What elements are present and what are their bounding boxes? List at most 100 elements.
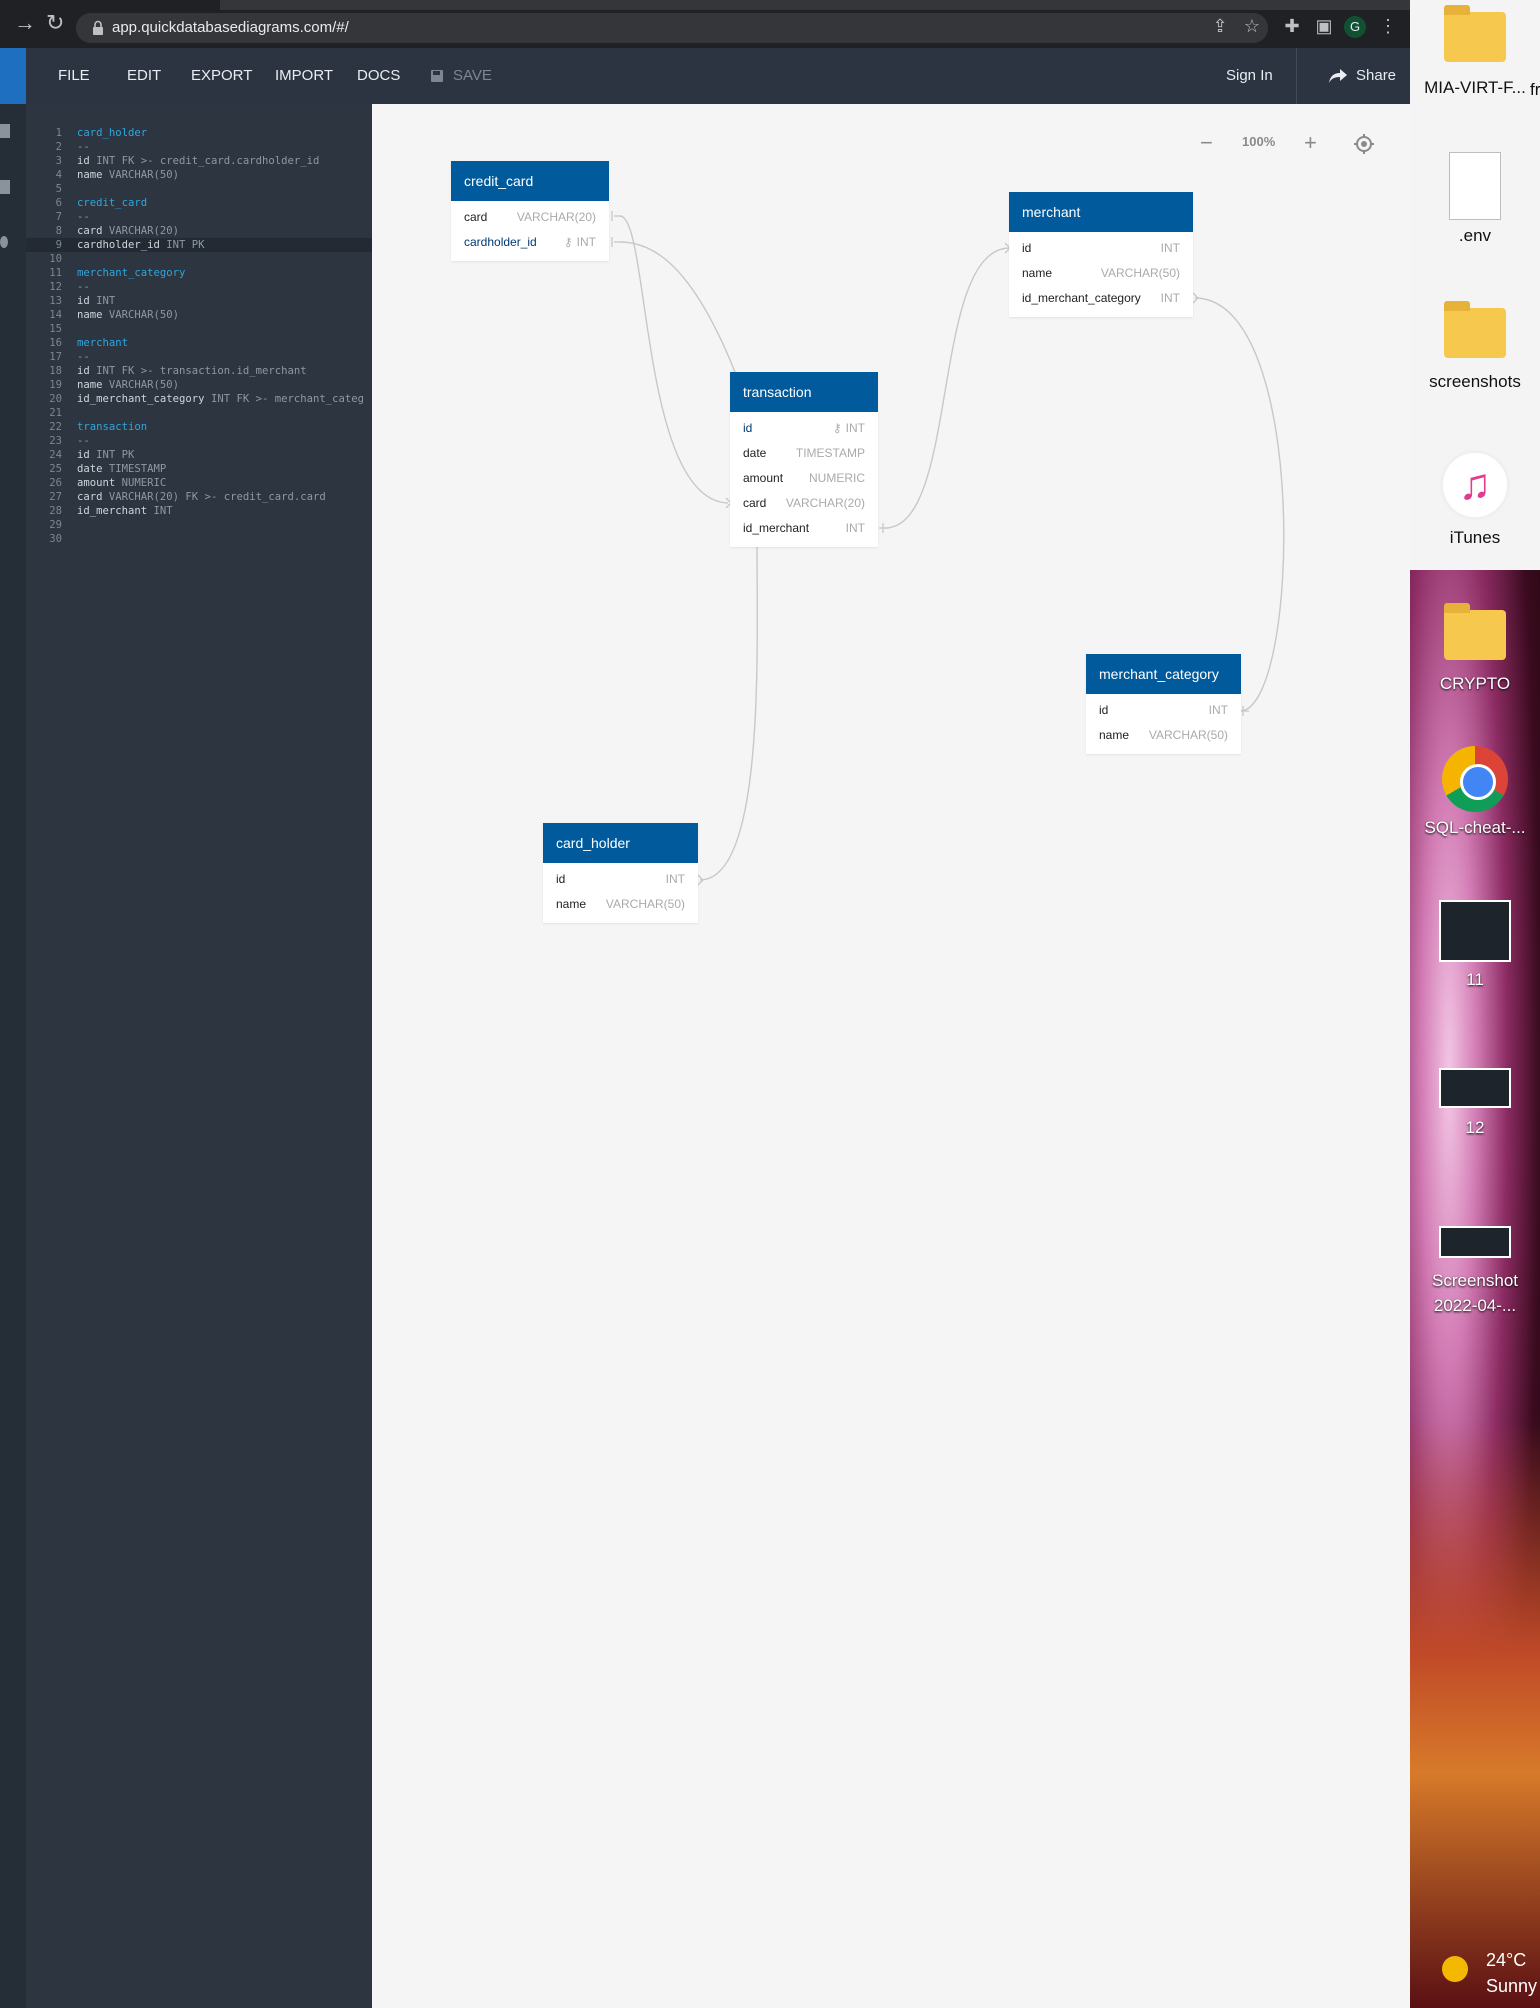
table-card-holder[interactable]: card_holder id INT name VARCHAR(50) (543, 823, 698, 923)
weather-temperature[interactable]: 24°C (1486, 1950, 1526, 1971)
code-line[interactable]: 23 -- (26, 434, 372, 448)
code-line[interactable]: 8 card VARCHAR(20) (26, 224, 372, 238)
table-header[interactable]: transaction (730, 372, 878, 412)
code-line[interactable]: 9 cardholder_id INT PK (26, 238, 372, 252)
profile-avatar[interactable]: G (1344, 16, 1366, 38)
column-name: id (743, 421, 753, 435)
table-column-row[interactable]: id_merchant INT (730, 516, 878, 541)
table-merchant-category[interactable]: merchant_category id INT name VARCHAR(50) (1086, 654, 1241, 754)
table-column-row[interactable]: name VARCHAR(50) (543, 892, 698, 917)
code-line[interactable]: 25 date TIMESTAMP (26, 462, 372, 476)
code-line[interactable]: 30 (26, 532, 372, 546)
table-header[interactable]: merchant_category (1086, 654, 1241, 694)
music-note-icon: ♫ (1440, 450, 1510, 520)
column-type: NUMERIC (809, 471, 865, 485)
table-column-row[interactable]: id INT (1086, 698, 1241, 723)
weather-condition[interactable]: Sunny (1486, 1976, 1537, 1997)
desktop-icon-env[interactable]: .env (1410, 152, 1540, 246)
share-button[interactable]: Share (1356, 48, 1396, 104)
desktop-icon-screenshots[interactable]: screenshots (1410, 301, 1540, 392)
code-line[interactable]: 22 transaction (26, 420, 372, 434)
table-credit-card[interactable]: credit_card card VARCHAR(20) cardholder_id… (451, 161, 609, 261)
code-line[interactable]: 21 (26, 406, 372, 420)
table-header[interactable]: card_holder (543, 823, 698, 863)
menu-export[interactable]: EXPORT (191, 48, 252, 104)
menu-import[interactable]: IMPORT (275, 48, 333, 104)
bookmark-star-icon[interactable]: ☆ (1242, 16, 1262, 36)
code-line[interactable]: 7 -- (26, 210, 372, 224)
code-line[interactable]: 16 merchant (26, 336, 372, 350)
table-column-row[interactable]: cardholder_id ⚷ INT (451, 230, 609, 255)
chat-icon[interactable] (0, 180, 10, 194)
reload-icon[interactable]: ↻ (46, 12, 64, 34)
forward-icon[interactable]: → (14, 12, 36, 34)
code-line[interactable]: 15 (26, 322, 372, 336)
line-code: id INT PK (77, 449, 135, 461)
sign-in-button[interactable]: Sign In (1226, 48, 1273, 104)
desktop-icon-itunes[interactable]: ♫ iTunes (1410, 450, 1540, 548)
code-editor[interactable]: 1 card_holder 2 -- 3 id INT FK >- credit_card… (26, 104, 372, 2008)
share-page-icon[interactable]: ⇪ (1210, 16, 1230, 36)
code-line[interactable]: 18 id INT FK >- transaction.id_merchant (26, 364, 372, 378)
table-rows: id INT name VARCHAR(50) id_merchant_category… (1009, 232, 1193, 317)
code-line[interactable]: 19 name VARCHAR(50) (26, 378, 372, 392)
circle-icon[interactable] (0, 236, 8, 248)
table-header[interactable]: credit_card (451, 161, 609, 201)
side-panel-icon[interactable]: ▣ (1314, 16, 1334, 36)
primary-key-icon: ⚷ (832, 421, 842, 435)
code-line[interactable]: 26 amount NUMERIC (26, 476, 372, 490)
app-logo-icon[interactable] (0, 48, 26, 104)
diagram-canvas[interactable] (372, 104, 1410, 2008)
table-header[interactable]: merchant (1009, 192, 1193, 232)
extensions-puzzle-icon[interactable]: ✚ (1282, 16, 1302, 36)
code-line[interactable]: 27 card VARCHAR(20) FK >- credit_card.car… (26, 490, 372, 504)
column-name: cardholder_id (464, 235, 537, 249)
table-column-row[interactable]: id_merchant_category INT (1009, 286, 1193, 311)
zoom-out-button[interactable]: − (1200, 132, 1213, 154)
menu-edit[interactable]: EDIT (127, 48, 161, 104)
table-column-row[interactable]: name VARCHAR(50) (1009, 261, 1193, 286)
code-line[interactable]: 4 name VARCHAR(50) (26, 168, 372, 182)
code-line[interactable]: 11 merchant_category (26, 266, 372, 280)
code-line[interactable]: 5 (26, 182, 372, 196)
code-line[interactable]: 28 id_merchant INT (26, 504, 372, 518)
document-icon[interactable] (0, 124, 10, 138)
table-column-row[interactable]: id ⚷ INT (730, 416, 878, 441)
code-line[interactable]: 24 id INT PK (26, 448, 372, 462)
code-line[interactable]: 2 -- (26, 140, 372, 154)
zoom-in-button[interactable]: + (1304, 132, 1317, 154)
desktop-icon-11[interactable]: 11 (1410, 900, 1540, 990)
table-column-row[interactable]: card VARCHAR(20) (730, 491, 878, 516)
desktop-icon-crypto[interactable]: CRYPTO (1410, 603, 1540, 694)
code-line[interactable]: 17 -- (26, 350, 372, 364)
code-line[interactable]: 14 name VARCHAR(50) (26, 308, 372, 322)
table-column-row[interactable]: card VARCHAR(20) (451, 205, 609, 230)
table-column-row[interactable]: date TIMESTAMP (730, 441, 878, 466)
save-button[interactable]: SAVE (453, 48, 492, 104)
desktop-icon-screenshot-2022[interactable]: Screenshot 2022-04-... (1410, 1226, 1540, 1318)
code-line[interactable]: 29 (26, 518, 372, 532)
recenter-target-icon[interactable] (1353, 133, 1375, 155)
line-code: cardholder_id INT PK (77, 239, 205, 251)
table-column-row[interactable]: amount NUMERIC (730, 466, 878, 491)
more-menu-icon[interactable]: ⋮ (1378, 16, 1398, 36)
code-line[interactable]: 10 (26, 252, 372, 266)
code-line[interactable]: 1 card_holder (26, 126, 372, 140)
desktop-icon-folder[interactable]: MIA-VIRT-F... (1410, 5, 1540, 98)
code-line[interactable]: 12 -- (26, 280, 372, 294)
table-column-row[interactable]: id INT (543, 867, 698, 892)
table-merchant[interactable]: merchant id INT name VARCHAR(50) id_merchant… (1009, 192, 1193, 317)
line-code: date TIMESTAMP (77, 463, 167, 475)
desktop-icon-sql-cheat[interactable]: SQL-cheat-... (1410, 746, 1540, 838)
menu-file[interactable]: FILE (58, 48, 90, 104)
code-line[interactable]: 20 id_merchant_category INT FK >- merchan… (26, 392, 372, 406)
code-line[interactable]: 13 id INT (26, 294, 372, 308)
desktop-icon-12[interactable]: 12 (1410, 1068, 1540, 1138)
code-line[interactable]: 3 id INT FK >- credit_card.cardholder_id (26, 154, 372, 168)
menu-docs[interactable]: DOCS (357, 48, 400, 104)
code-line[interactable]: 6 credit_card (26, 196, 372, 210)
line-number: 15 (49, 323, 62, 335)
table-column-row[interactable]: name VARCHAR(50) (1086, 723, 1241, 748)
table-transaction[interactable]: transaction id ⚷ INT date TIMESTAMP amount NUM… (730, 372, 878, 547)
table-column-row[interactable]: id INT (1009, 236, 1193, 261)
